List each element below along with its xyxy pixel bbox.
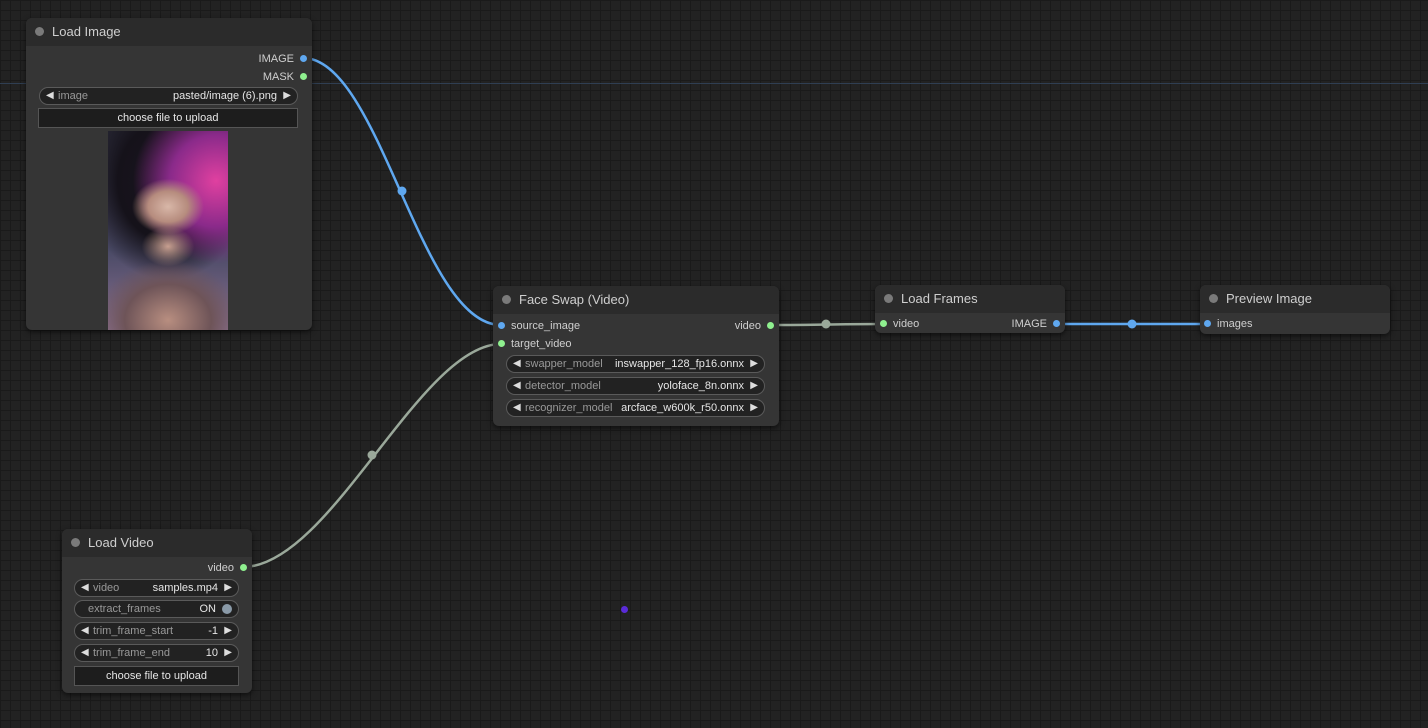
widget-label: trim_frame_start — [93, 625, 174, 637]
link-midpoint[interactable] — [821, 319, 831, 329]
upload-button[interactable]: choose file to upload — [74, 666, 239, 686]
input-images-slot[interactable]: images — [1204, 317, 1253, 331]
widget-value: samples.mp4 — [152, 582, 218, 594]
widget-value: pasted/image (6).png — [173, 90, 277, 102]
slot-label: video — [207, 562, 234, 574]
widget-label: trim_frame_end — [93, 647, 171, 659]
widget-value: arcface_w600k_r50.onnx — [621, 402, 744, 414]
output-image-slot[interactable]: IMAGE — [1011, 317, 1060, 331]
link-midpoint[interactable] — [1127, 319, 1137, 329]
widget-label: video — [93, 582, 120, 594]
node-title-bar[interactable]: Face Swap (Video) — [493, 286, 779, 314]
arrow-right-icon[interactable]: ▶ — [750, 378, 758, 394]
collapse-dot-icon[interactable] — [35, 27, 44, 36]
node-title: Load Video — [88, 535, 154, 550]
arrow-right-icon[interactable]: ▶ — [224, 580, 232, 596]
slot-label: target_video — [511, 338, 572, 350]
face-swap-node[interactable]: Face Swap (Video) source_image target_vi… — [493, 286, 779, 426]
image-preview — [108, 131, 228, 330]
arrow-left-icon[interactable]: ◀ — [81, 623, 89, 639]
collapse-dot-icon[interactable] — [502, 295, 511, 304]
input-pin-icon[interactable] — [1204, 320, 1211, 327]
output-video-slot[interactable]: video — [207, 561, 247, 575]
slot-label: IMAGE — [258, 53, 294, 65]
load-image-node[interactable]: Load Image IMAGE MASK ◀ image pasted/ima… — [26, 18, 312, 330]
widget-label: image — [58, 90, 88, 102]
link-image-to-source[interactable] — [302, 56, 502, 327]
link-midpoint[interactable] — [397, 186, 407, 196]
widget-value: 10 — [205, 647, 218, 659]
slot-label: video — [893, 318, 920, 330]
preview-image-node[interactable]: Preview Image images — [1200, 285, 1390, 334]
arrow-left-icon[interactable]: ◀ — [81, 580, 89, 596]
slot-label: MASK — [262, 71, 294, 83]
video-combo-widget[interactable]: ◀ video samples.mp4 ▶ — [74, 579, 239, 597]
input-target-video-slot[interactable]: target_video — [498, 337, 572, 351]
node-title-bar[interactable]: Load Image — [26, 18, 312, 46]
input-pin-icon[interactable] — [498, 340, 505, 347]
load-video-node[interactable]: Load Video video ◀ video samples.mp4 ▶ e… — [62, 529, 252, 693]
arrow-right-icon[interactable]: ▶ — [750, 356, 758, 372]
output-pin-icon[interactable] — [300, 55, 307, 62]
arrow-left-icon[interactable]: ◀ — [513, 356, 521, 372]
input-pin-icon[interactable] — [498, 322, 505, 329]
output-mask-slot[interactable]: MASK — [262, 70, 307, 84]
widget-label: extract_frames — [88, 603, 161, 615]
link-midpoint[interactable] — [367, 450, 377, 460]
detector-model-combo[interactable]: ◀ detector_model yoloface_8n.onnx ▶ — [506, 377, 765, 395]
input-pin-icon[interactable] — [880, 320, 887, 327]
arrow-left-icon[interactable]: ◀ — [81, 645, 89, 661]
node-title: Face Swap (Video) — [519, 292, 630, 307]
slot-label: source_image — [511, 320, 581, 332]
widget-value: -1 — [208, 625, 218, 637]
load-frames-node[interactable]: Load Frames video IMAGE — [875, 285, 1065, 333]
collapse-dot-icon[interactable] — [1209, 294, 1218, 303]
slot-label: images — [1217, 318, 1253, 330]
link-video-to-target[interactable] — [242, 342, 502, 569]
output-pin-icon[interactable] — [300, 73, 307, 80]
upload-button[interactable]: choose file to upload — [38, 108, 298, 128]
collapse-dot-icon[interactable] — [71, 538, 80, 547]
widget-label: recognizer_model — [525, 402, 613, 414]
slot-label: video — [734, 320, 761, 332]
widget-value: yoloface_8n.onnx — [657, 380, 744, 392]
collapse-dot-icon[interactable] — [884, 294, 893, 303]
widget-value: inswapper_128_fp16.onnx — [614, 358, 744, 370]
node-title-bar[interactable]: Preview Image — [1200, 285, 1390, 313]
trim-frame-end-widget[interactable]: ◀ trim_frame_end 10 ▶ — [74, 644, 239, 662]
node-title: Load Image — [52, 24, 121, 39]
output-image-slot[interactable]: IMAGE — [258, 52, 307, 66]
image-combo-widget[interactable]: ◀ image pasted/image (6).png ▶ — [39, 87, 298, 105]
input-source-image-slot[interactable]: source_image — [498, 319, 581, 333]
arrow-left-icon[interactable]: ◀ — [513, 378, 521, 394]
node-title-bar[interactable]: Load Frames — [875, 285, 1065, 313]
arrow-left-icon[interactable]: ◀ — [513, 400, 521, 416]
output-pin-icon[interactable] — [1053, 320, 1060, 327]
input-video-slot[interactable]: video — [880, 317, 920, 331]
output-video-slot[interactable]: video — [734, 319, 774, 333]
output-pin-icon[interactable] — [767, 322, 774, 329]
link-faceswap-to-loadframes[interactable] — [769, 322, 884, 327]
widget-value: ON — [199, 603, 217, 615]
node-title: Load Frames — [901, 291, 978, 306]
toggle-knob-icon[interactable] — [222, 604, 232, 614]
trim-frame-start-widget[interactable]: ◀ trim_frame_start -1 ▶ — [74, 622, 239, 640]
arrow-left-icon[interactable]: ◀ — [46, 88, 54, 104]
node-title-bar[interactable]: Load Video — [62, 529, 252, 557]
arrow-right-icon[interactable]: ▶ — [224, 623, 232, 639]
widget-label: detector_model — [525, 380, 601, 392]
recognizer-model-combo[interactable]: ◀ recognizer_model arcface_w600k_r50.onn… — [506, 399, 765, 417]
output-pin-icon[interactable] — [240, 564, 247, 571]
extract-frames-toggle[interactable]: extract_frames ON — [74, 600, 239, 618]
arrow-right-icon[interactable]: ▶ — [750, 400, 758, 416]
arrow-right-icon[interactable]: ▶ — [283, 88, 291, 104]
slot-label: IMAGE — [1011, 318, 1047, 330]
arrow-right-icon[interactable]: ▶ — [224, 645, 232, 661]
canvas-cursor-dot — [621, 606, 628, 613]
widget-label: swapper_model — [525, 358, 603, 370]
node-title: Preview Image — [1226, 291, 1312, 306]
swapper-model-combo[interactable]: ◀ swapper_model inswapper_128_fp16.onnx … — [506, 355, 765, 373]
